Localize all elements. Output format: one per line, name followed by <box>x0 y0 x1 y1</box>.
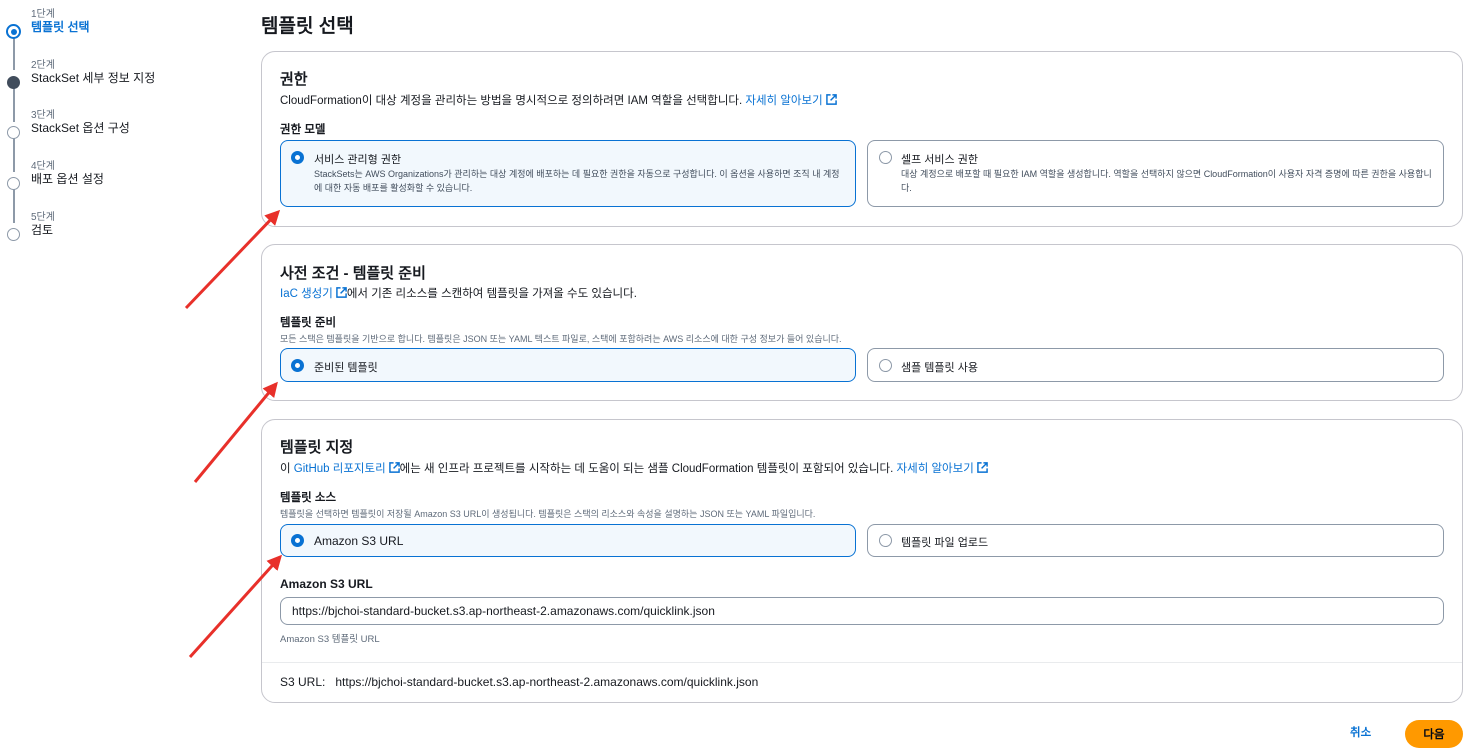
tile-desc: StackSets는 AWS Organizations가 관리하는 대상 계정… <box>314 169 840 193</box>
step-5: 5단계 검토 <box>0 208 250 248</box>
permissions-title: 권한 <box>280 71 308 88</box>
radio-unselected-icon[interactable] <box>879 534 892 547</box>
tile-label: 셀프 서비스 권한 <box>901 154 978 166</box>
learn-more-label: 자세히 알아보기 <box>745 95 823 107</box>
prereq-title: 사전 조건 - 템플릿 준비 <box>280 265 426 282</box>
external-link-icon <box>388 462 400 473</box>
template-spec-desc-text: 에는 새 인프라 프로젝트를 시작하는 데 도움이 되는 샘플 CloudFor… <box>399 463 894 475</box>
template-source-label: 템플릿 소스 <box>280 492 337 504</box>
tile-label: 서비스 관리형 권한 <box>314 154 402 166</box>
permissions-panel: 권한 CloudFormation이 대상 계정을 관리하는 방법을 명시적으로… <box>261 51 1463 227</box>
step-pending-icon <box>7 228 20 241</box>
radio-unselected-icon[interactable] <box>879 359 892 372</box>
next-button[interactable]: 다음 <box>1405 720 1463 748</box>
service-managed-tile[interactable]: 서비스 관리형 권한 StackSets는 AWS Organizations가… <box>280 140 856 207</box>
step-current-icon <box>6 24 21 39</box>
page-title: 템플릿 선택 <box>261 16 354 37</box>
s3-url-hint: Amazon S3 템플릿 URL <box>280 634 380 645</box>
self-service-tile[interactable]: 셀프 서비스 권한 대상 계정으로 배포할 때 필요한 IAM 역할을 생성합니… <box>867 140 1444 207</box>
s3-url-summary: S3 URL: https://bjchoi-standard-bucket.s3… <box>280 675 758 689</box>
step-label: StackSet 옵션 구성 <box>31 121 130 135</box>
template-source-hint: 템플릿을 선택하면 템플릿이 저장될 Amazon S3 URL이 생성됩니다.… <box>280 509 816 519</box>
external-link-icon <box>336 287 347 298</box>
s3-url-tile[interactable]: Amazon S3 URL <box>280 524 856 557</box>
permissions-desc-text: CloudFormation이 대상 계정을 관리하는 방법을 명시적으로 정의… <box>280 95 743 107</box>
cancel-button[interactable]: 취소 <box>1350 724 1371 740</box>
learn-more-link[interactable]: 자세히 알아보기 <box>896 462 988 475</box>
step-label: 검토 <box>31 223 54 237</box>
step-pending-icon <box>7 126 20 139</box>
prereq-desc: IaC 생성기 에서 기존 리소스를 스캔하여 템플릿을 가져올 수도 있습니다. <box>280 285 637 301</box>
tile-label: Amazon S3 URL <box>314 534 404 548</box>
step-2[interactable]: 2단계 StackSet 세부 정보 지정 <box>0 56 250 96</box>
tile-desc: 대상 계정으로 배포할 때 필요한 IAM 역할을 생성합니다. 역할을 선택하… <box>901 169 1432 193</box>
step-done-icon <box>7 76 20 89</box>
step-label: 배포 옵션 설정 <box>31 172 104 186</box>
permissions-desc: CloudFormation이 대상 계정을 관리하는 방법을 명시적으로 정의… <box>280 92 837 108</box>
external-link-icon <box>825 94 837 105</box>
step-1[interactable]: 1단계 템플릿 선택 <box>0 5 250 45</box>
iac-generator-label: IaC 생성기 <box>280 288 333 300</box>
s3-summary-key: S3 URL: <box>280 675 326 689</box>
step-pending-icon <box>7 177 20 190</box>
template-spec-panel: 템플릿 지정 이 GitHub 리포지토리 에는 새 인프라 프로젝트를 시작하는… <box>261 419 1463 703</box>
upload-file-tile[interactable]: 템플릿 파일 업로드 <box>867 524 1444 557</box>
learn-more-link[interactable]: 자세히 알아보기 <box>745 94 837 107</box>
radio-selected-icon[interactable] <box>291 151 304 164</box>
tile-label: 템플릿 파일 업로드 <box>901 537 989 549</box>
s3-url-input[interactable] <box>280 597 1444 625</box>
github-repo-link[interactable]: GitHub 리포지토리 <box>293 462 400 475</box>
github-repo-label: GitHub 리포지토리 <box>293 463 386 475</box>
template-prep-label: 템플릿 준비 <box>280 317 337 329</box>
radio-unselected-icon[interactable] <box>879 151 892 164</box>
s3-summary-value: https://bjchoi-standard-bucket.s3.ap-nor… <box>335 675 759 689</box>
tile-label: 샘플 템플릿 사용 <box>901 362 978 374</box>
tile-label: 준비된 템플릿 <box>314 362 378 374</box>
template-spec-title: 템플릿 지정 <box>280 439 354 456</box>
step-label[interactable]: 템플릿 선택 <box>31 18 90 35</box>
step-4: 4단계 배포 옵션 설정 <box>0 157 250 197</box>
s3-url-label: Amazon S3 URL <box>280 577 373 591</box>
prereq-panel: 사전 조건 - 템플릿 준비 IaC 생성기 에서 기존 리소스를 스캔하여 템플… <box>261 244 1463 401</box>
step-3: 3단계 StackSet 옵션 구성 <box>0 106 250 146</box>
template-prep-hint: 모든 스택은 템플릿을 기반으로 합니다. 템플릿은 JSON 또는 YAML … <box>280 334 842 344</box>
step-label[interactable]: StackSet 세부 정보 지정 <box>31 69 155 86</box>
ready-template-tile[interactable]: 준비된 템플릿 <box>280 348 856 382</box>
radio-selected-icon[interactable] <box>291 534 304 547</box>
radio-selected-icon[interactable] <box>291 359 304 372</box>
learn-more-label: 자세히 알아보기 <box>896 463 974 475</box>
prereq-desc-text: 에서 기존 리소스를 스캔하여 템플릿을 가져올 수도 있습니다. <box>346 288 637 300</box>
external-link-icon <box>976 462 988 473</box>
template-spec-desc: 이 GitHub 리포지토리 에는 새 인프라 프로젝트를 시작하는 데 도움이 … <box>280 460 988 476</box>
desc-prefix: 이 <box>280 463 294 475</box>
page: 1단계 템플릿 선택 2단계 StackSet 세부 정보 지정 3단계 Sta… <box>0 0 1469 756</box>
permission-model-label: 권한 모델 <box>280 124 326 136</box>
divider <box>262 662 1462 663</box>
iac-generator-link[interactable]: IaC 생성기 <box>280 287 347 300</box>
sample-template-tile[interactable]: 샘플 템플릿 사용 <box>867 348 1444 382</box>
